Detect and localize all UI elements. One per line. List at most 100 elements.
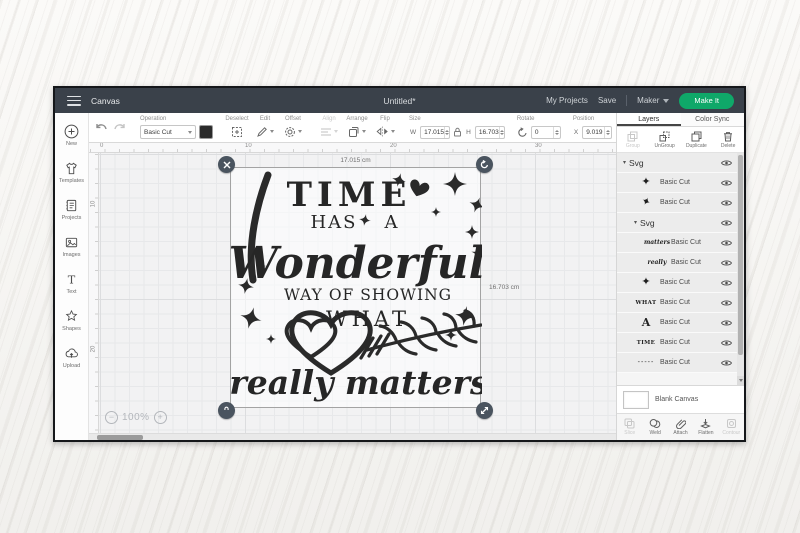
sidebar-item-templates[interactable]: Templates (55, 154, 89, 191)
rotate-stepper[interactable] (553, 127, 560, 138)
edit-button[interactable]: Edit (253, 115, 277, 141)
horizontal-scrollbar[interactable] (89, 433, 616, 440)
chevron-down-icon[interactable]: ▾ (634, 219, 637, 226)
make-it-button[interactable]: Make It (679, 93, 734, 109)
eye-icon[interactable] (721, 159, 732, 167)
position-x-stepper[interactable] (604, 127, 611, 138)
redo-icon[interactable] (113, 123, 126, 134)
design-canvas[interactable]: 0 10 20 30 10 20 17.015 cm 16. (89, 143, 616, 440)
eye-icon[interactable] (721, 299, 732, 307)
eye-icon[interactable] (721, 359, 732, 367)
zoom-in-button[interactable]: + (154, 411, 167, 424)
eye-icon[interactable] (721, 319, 732, 327)
blank-canvas-row[interactable]: Blank Canvas (617, 385, 744, 413)
contour-label: Contour (722, 430, 740, 436)
layer-label: Basic Cut (671, 239, 701, 246)
rotate-handle[interactable] (476, 156, 493, 173)
zoom-out-button[interactable]: − (105, 411, 118, 424)
eye-icon[interactable] (721, 259, 732, 267)
color-swatch[interactable] (199, 125, 213, 139)
layer-row[interactable]: reallyBasic Cut (617, 253, 737, 273)
eye-icon[interactable] (721, 219, 732, 227)
layer-row[interactable]: ABasic Cut (617, 313, 737, 333)
position-x-input[interactable]: 9.019 (582, 126, 612, 139)
machine-select[interactable]: Maker (637, 96, 669, 105)
height-input[interactable]: 16.703 (475, 126, 505, 139)
sidebar-item-text[interactable]: T Text (55, 265, 89, 302)
zoom-level: 100% (122, 412, 150, 423)
chevron-down-icon[interactable]: ▾ (623, 159, 626, 166)
eye-icon[interactable] (721, 339, 732, 347)
deselect-button[interactable]: Deselect (225, 115, 249, 141)
my-projects-link[interactable]: My Projects (546, 96, 588, 105)
delete-handle[interactable] (218, 156, 235, 173)
scrollbar-thumb[interactable] (97, 435, 143, 440)
layer-label: Basic Cut (660, 199, 690, 206)
group-label: Group (626, 143, 640, 149)
sidebar-item-images[interactable]: Images (55, 228, 89, 265)
slice-button: Slice (617, 414, 642, 440)
operation-select[interactable]: Basic Cut (140, 125, 196, 139)
height-stepper[interactable] (499, 127, 504, 138)
offset-button[interactable]: Offset (281, 115, 305, 141)
layer-group-row[interactable]: ▾Svg (617, 213, 737, 233)
undo-icon[interactable] (95, 123, 108, 134)
rotate-input[interactable]: 0 (531, 126, 561, 139)
ruler-tick-label: 20 (390, 143, 397, 149)
blank-canvas-swatch[interactable] (623, 391, 649, 409)
layer-row[interactable]: -----Basic Cut (617, 353, 737, 373)
eye-icon[interactable] (721, 179, 732, 187)
layer-label: Basic Cut (660, 179, 690, 186)
layer-row[interactable]: TIMEBasic Cut (617, 333, 737, 353)
chevron-down-icon (391, 130, 395, 133)
delete-button[interactable]: Delete (712, 127, 744, 152)
tab-color-sync[interactable]: Color Sync (681, 113, 745, 126)
width-value: 17.015 (424, 129, 444, 136)
layer-row[interactable]: WHATBasic Cut (617, 293, 737, 313)
lock-handle[interactable] (218, 402, 235, 419)
scrollbar-thumb[interactable] (738, 155, 743, 355)
ungroup-button[interactable]: UnGroup (649, 127, 681, 152)
layer-row[interactable]: ✦Basic Cut (617, 173, 737, 193)
flip-label: Flip (380, 115, 390, 124)
eye-icon[interactable] (721, 279, 732, 287)
weld-button[interactable]: Weld (642, 414, 667, 440)
width-stepper[interactable] (444, 127, 449, 138)
duplicate-button[interactable]: Duplicate (681, 127, 713, 152)
left-sidebar: New Templates Projects Images (55, 113, 89, 440)
text-icon: T (64, 272, 79, 287)
plus-circle-icon (64, 124, 79, 139)
height-axis-label: H (466, 129, 471, 136)
vertical-scrollbar[interactable] (737, 153, 744, 385)
arrange-button[interactable]: Arrange (345, 115, 369, 141)
eye-icon[interactable] (721, 199, 732, 207)
sidebar-item-shapes[interactable]: Shapes (55, 302, 89, 339)
eye-icon[interactable] (721, 239, 732, 247)
layer-row[interactable]: ✦Basic Cut (617, 193, 737, 213)
sparkle-icon (431, 207, 441, 217)
resize-handle[interactable] (476, 402, 493, 419)
layer-group-row[interactable]: ▾Svg (617, 153, 737, 173)
attach-button[interactable]: Attach (668, 414, 693, 440)
document-title[interactable]: Untitled* (383, 96, 415, 106)
width-input[interactable]: 17.015 (420, 126, 450, 139)
operation-label: Operation (140, 115, 213, 124)
flip-button[interactable]: Flip (373, 115, 397, 141)
hamburger-menu-icon[interactable] (67, 96, 81, 106)
weld-label: Weld (649, 430, 660, 436)
design-artwork[interactable]: TIME HAS A Wonderful WAY OF SHOWING WHAT… (231, 168, 482, 409)
flatten-button[interactable]: Flatten (693, 414, 718, 440)
selection-box[interactable]: 17.015 cm 16.703 cm (230, 167, 481, 408)
layer-row[interactable]: mattersBasic Cut (617, 233, 737, 253)
sidebar-item-projects[interactable]: Projects (55, 191, 89, 228)
lock-icon[interactable] (453, 127, 462, 137)
sidebar-item-new[interactable]: New (55, 117, 89, 154)
save-link[interactable]: Save (598, 96, 616, 105)
layer-row[interactable]: ✦Basic Cut (617, 273, 737, 293)
canvas-grid[interactable]: 17.015 cm 16.703 cm (99, 153, 616, 433)
sidebar-label: Images (62, 252, 80, 258)
tab-layers[interactable]: Layers (617, 113, 681, 126)
cloud-upload-icon (64, 346, 79, 361)
scroll-down-button[interactable] (737, 376, 744, 385)
sidebar-item-upload[interactable]: Upload (55, 339, 89, 376)
